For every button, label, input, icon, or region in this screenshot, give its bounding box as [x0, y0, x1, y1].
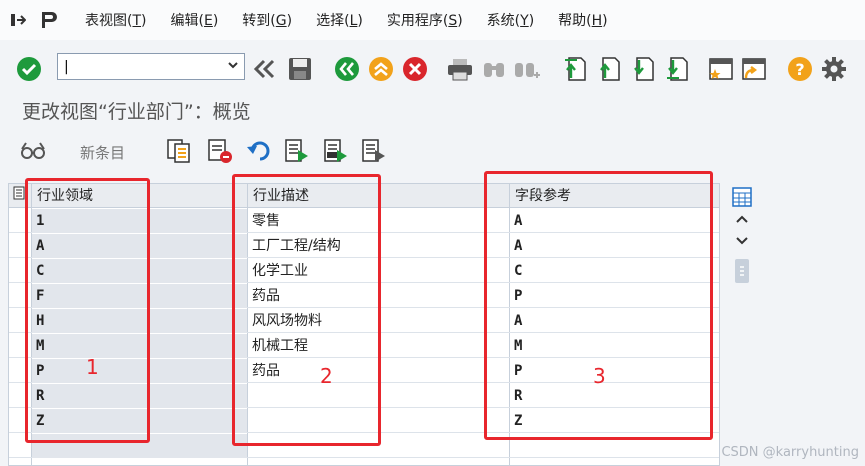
page-title: 更改视图“行业部门”：概览 — [22, 101, 251, 123]
find-icon[interactable] — [481, 56, 507, 82]
scroll-down-icon[interactable] — [735, 235, 749, 251]
settings-gear-icon[interactable] — [821, 56, 847, 82]
annotation-box-2 — [232, 174, 381, 446]
next-page-icon[interactable] — [629, 56, 655, 82]
application-toolbar: 新条目 — [0, 130, 865, 172]
last-page-icon[interactable] — [663, 56, 689, 82]
menu-bar: 表视图(T) 编辑(E) 转到(G) 选择(L) 实用程序(S) 系统(Y) 帮… — [0, 0, 865, 40]
previous-page-icon[interactable] — [595, 56, 621, 82]
help-icon[interactable]: ? — [787, 56, 813, 82]
chevron-down-icon[interactable] — [226, 58, 240, 76]
shortcut-icon[interactable] — [740, 56, 766, 82]
copy-as-icon[interactable] — [166, 138, 192, 164]
annotation-number-2: 2 — [320, 364, 333, 388]
command-field[interactable] — [57, 53, 245, 80]
print-icon[interactable] — [447, 56, 473, 82]
select-block-icon[interactable] — [323, 138, 349, 164]
enter-check-icon[interactable] — [16, 56, 42, 82]
scrollbar-thumb[interactable] — [735, 259, 749, 283]
menu-system[interactable]: 系统(Y) — [475, 10, 547, 30]
first-page-icon[interactable] — [561, 56, 587, 82]
table-scroll-controls — [730, 183, 754, 293]
annotation-number-1: 1 — [86, 355, 99, 379]
exit-up-icon[interactable] — [368, 56, 394, 82]
system-menu-icon[interactable] — [33, 0, 63, 40]
back-double-chevron-icon[interactable] — [252, 56, 278, 82]
annotation-box-3 — [484, 171, 713, 440]
table-settings-icon[interactable] — [732, 187, 752, 207]
menu-table-view[interactable]: 表视图(T) — [73, 10, 159, 30]
create-session-icon[interactable] — [707, 56, 733, 82]
annotation-box-1 — [25, 178, 150, 443]
watermark: CSDN @karryhunting — [721, 445, 859, 460]
back-green-icon[interactable] — [334, 56, 360, 82]
command-input[interactable] — [58, 54, 218, 79]
menu-selection[interactable]: 选择(L) — [304, 10, 375, 30]
menu-edit[interactable]: 编辑(E) — [159, 10, 231, 30]
save-icon[interactable] — [287, 56, 313, 82]
deselect-all-icon[interactable] — [361, 138, 387, 164]
delete-icon[interactable] — [207, 138, 233, 164]
undo-icon[interactable] — [246, 138, 272, 164]
find-next-icon[interactable] — [514, 56, 540, 82]
select-all-icon[interactable] — [284, 138, 310, 164]
display-change-glasses-icon[interactable] — [20, 138, 46, 164]
cancel-icon[interactable] — [402, 56, 428, 82]
scroll-up-icon[interactable] — [735, 213, 749, 229]
menu-utilities[interactable]: 实用程序(S) — [375, 10, 475, 30]
new-entries-button[interactable]: 新条目 — [80, 142, 125, 163]
menu-help[interactable]: 帮助(H) — [546, 10, 619, 30]
svg-text:?: ? — [795, 60, 804, 79]
annotation-number-3: 3 — [593, 364, 606, 388]
menu-goto[interactable]: 转到(G) — [230, 10, 304, 30]
exit-icon[interactable] — [3, 0, 33, 40]
